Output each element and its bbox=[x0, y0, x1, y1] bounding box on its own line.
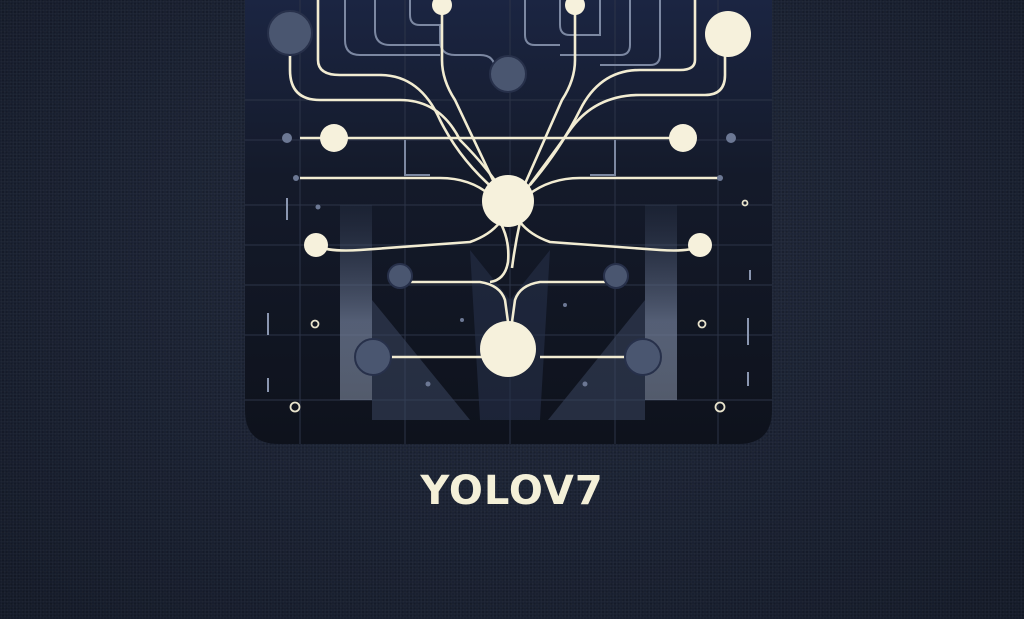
neural-network-tree-icon bbox=[245, 0, 772, 444]
logo-canvas: YOLOV7 bbox=[0, 0, 1024, 619]
logo-wordmark: YOLOV7 bbox=[420, 468, 604, 514]
